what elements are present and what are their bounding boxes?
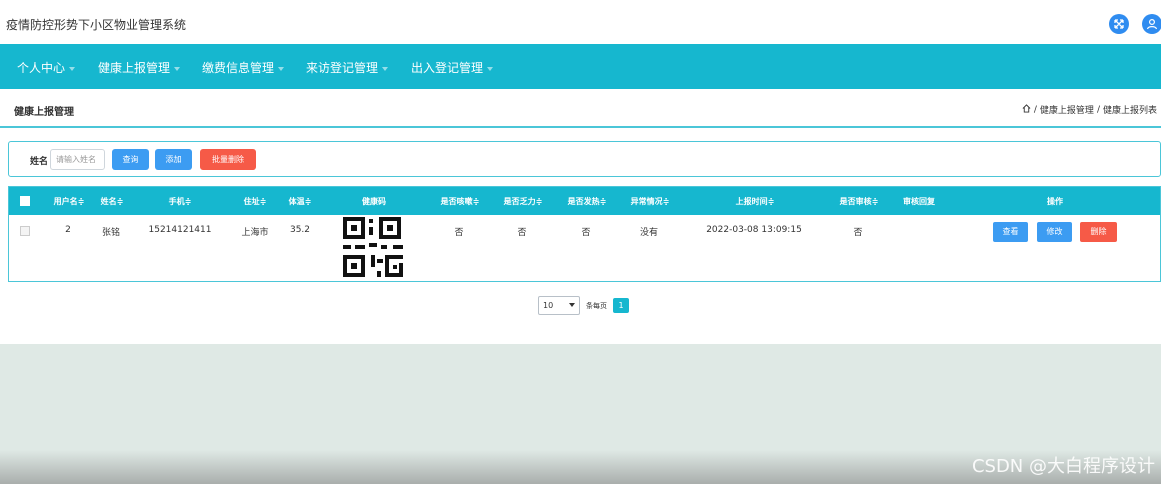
- watermark: CSDN @大白程序设计: [971, 456, 1155, 477]
- column-header-name[interactable]: 姓名≑: [101, 196, 124, 207]
- nav-item-payment[interactable]: 缴费信息管理: [202, 59, 285, 76]
- add-button[interactable]: 添加: [155, 149, 192, 170]
- page-size-value: 10: [543, 301, 554, 310]
- fullscreen-icon[interactable]: [1109, 14, 1129, 34]
- nav-item-visitor[interactable]: 来访登记管理: [306, 59, 389, 76]
- column-header-temperature[interactable]: 体温≑: [289, 196, 312, 207]
- column-header-cough[interactable]: 是否咳嗽≑: [441, 196, 480, 207]
- cell-abnormal: 没有: [639, 228, 659, 238]
- column-header-report-time[interactable]: 上报时间≑: [736, 196, 775, 207]
- caret-down-icon: [382, 66, 389, 71]
- column-header-address[interactable]: 住址≑: [244, 196, 267, 207]
- column-header-phone[interactable]: 手机≑: [169, 196, 192, 207]
- search-form: 姓名 查询 添加 批量删除: [8, 141, 1161, 177]
- breadcrumb-item[interactable]: 健康上报管理: [1040, 103, 1094, 116]
- breadcrumb-item-current: 健康上报列表: [1102, 106, 1157, 116]
- per-page-label: 条每页: [586, 302, 607, 310]
- edit-button[interactable]: 修改: [1037, 222, 1072, 242]
- cell-username: 2: [65, 225, 71, 235]
- view-button[interactable]: 查看: [993, 222, 1028, 242]
- name-search-input[interactable]: [50, 149, 105, 170]
- cell-temperature: 35.2: [289, 225, 311, 235]
- select-all-checkbox[interactable]: [20, 196, 30, 206]
- nav-item-label: 缴费信息管理: [202, 61, 275, 75]
- table-header: 用户名≑ 姓名≑ 手机≑ 住址≑ 体温≑ 健康码 是否咳嗽≑ 是否乏力≑ 是否发…: [9, 187, 1160, 215]
- row-checkbox[interactable]: [20, 226, 30, 236]
- column-header-abnormal[interactable]: 异常情况≑: [631, 196, 670, 207]
- column-header-health-code: 健康码: [362, 197, 386, 206]
- column-header-actions: 操作: [1047, 197, 1063, 206]
- nav-item-health-report[interactable]: 健康上报管理: [98, 59, 181, 76]
- cell-address: 上海市: [241, 228, 269, 238]
- breadcrumb-separator: /: [1096, 104, 1100, 115]
- breadcrumb-separator: /: [1033, 104, 1037, 115]
- page-number-current[interactable]: 1: [613, 298, 629, 313]
- cell-cough: 否: [454, 228, 464, 238]
- cell-phone: 15214121411: [148, 225, 212, 235]
- query-button[interactable]: 查询: [112, 149, 149, 170]
- column-header-audit-reply: 审核回复: [903, 197, 935, 206]
- nav-item-access[interactable]: 出入登记管理: [411, 59, 494, 76]
- nav-item-label: 个人中心: [17, 61, 66, 75]
- batch-delete-button[interactable]: 批量删除: [200, 149, 256, 170]
- cell-fatigue: 否: [517, 228, 527, 238]
- column-header-username[interactable]: 用户名≑: [54, 196, 85, 207]
- column-header-audited[interactable]: 是否审核≑: [840, 196, 879, 207]
- cell-fever: 否: [581, 228, 591, 238]
- name-label: 姓名: [30, 157, 49, 167]
- breadcrumb: / 健康上报管理 / 健康上报列表: [1022, 103, 1157, 116]
- cell-name: 张铭: [101, 228, 121, 238]
- caret-down-icon: [174, 66, 181, 71]
- cell-report-time: 2022-03-08 13:09:15: [706, 225, 802, 235]
- column-header-fatigue[interactable]: 是否乏力≑: [504, 196, 543, 207]
- caret-down-icon: [487, 66, 494, 71]
- page-title: 健康上报管理: [14, 107, 74, 118]
- nav-item-personal-center[interactable]: 个人中心: [17, 59, 76, 76]
- caret-down-icon: [278, 66, 285, 71]
- user-icon[interactable]: [1142, 14, 1161, 34]
- main-nav: 个人中心 健康上报管理 缴费信息管理 来访登记管理 出入登记管理: [0, 44, 1161, 89]
- home-icon[interactable]: [1022, 103, 1031, 116]
- column-header-fever[interactable]: 是否发热≑: [568, 196, 607, 207]
- caret-down-icon: [69, 66, 76, 71]
- chevron-down-icon: [569, 303, 575, 307]
- nav-item-label: 健康上报管理: [98, 61, 171, 75]
- top-bar: 疫情防控形势下小区物业管理系统: [0, 0, 1161, 44]
- health-qr-code: [343, 217, 403, 277]
- app-title: 疫情防控形势下小区物业管理系统: [6, 18, 187, 32]
- delete-button[interactable]: 删除: [1080, 222, 1117, 242]
- nav-item-label: 出入登记管理: [411, 61, 484, 75]
- cell-audited: 否: [853, 228, 863, 238]
- nav-item-label: 来访登记管理: [306, 61, 379, 75]
- page-size-select[interactable]: 10: [538, 296, 580, 315]
- page-header: 健康上报管理 / 健康上报管理 / 健康上报列表: [0, 90, 1161, 128]
